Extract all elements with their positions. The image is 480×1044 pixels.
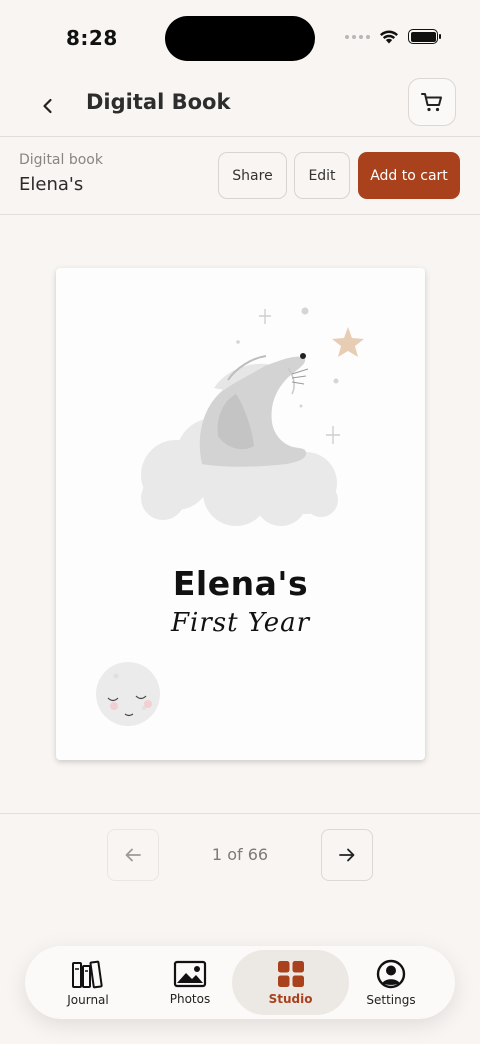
tab-journal[interactable]: Journal: [33, 946, 143, 1019]
previous-page-button[interactable]: [107, 829, 159, 881]
user-circle-icon: [376, 959, 406, 988]
back-button[interactable]: [28, 86, 68, 126]
star-icon: [332, 327, 364, 357]
wifi-icon: [380, 30, 398, 44]
tab-photos[interactable]: Photos: [135, 946, 245, 1019]
book-cover-title: Elena's: [172, 564, 309, 603]
status-bar: 8:28: [0, 0, 480, 78]
next-page-button[interactable]: [321, 829, 373, 881]
moon-illustration: [96, 662, 160, 726]
battery-icon: [408, 29, 441, 44]
status-icons: [345, 29, 441, 44]
bottom-tab-bar: Journal Photos Studio Settings: [25, 946, 455, 1019]
add-to-cart-button[interactable]: Add to cart: [358, 152, 460, 199]
tab-studio[interactable]: Studio: [232, 950, 349, 1015]
image-icon: [173, 960, 207, 987]
books-icon: [72, 960, 103, 988]
book-toolbar: Digital book Elena's Share Edit Add to c…: [0, 137, 480, 214]
book-preview-area: Elena's First Year: [0, 215, 480, 813]
cellular-signal-icon: [345, 34, 370, 39]
pager: 1 of 66: [0, 828, 480, 882]
tab-label: Settings: [366, 992, 416, 1007]
book-type-label: Digital book: [19, 152, 103, 168]
grid-icon: [277, 960, 304, 987]
book-page-preview[interactable]: Elena's First Year: [56, 268, 425, 760]
tab-label: Journal: [67, 992, 109, 1007]
stage-divider: [0, 813, 480, 814]
arrow-right-icon: [339, 848, 355, 862]
header: Digital Book: [0, 78, 480, 136]
tab-label: Photos: [169, 991, 211, 1006]
book-cover-subtitle: First Year: [170, 608, 311, 638]
tab-settings[interactable]: Settings: [336, 946, 446, 1019]
chevron-left-icon: [43, 98, 52, 114]
status-time: 8:28: [66, 26, 118, 50]
share-button[interactable]: Share: [218, 152, 287, 199]
page-title: Digital Book: [86, 90, 231, 114]
edit-button[interactable]: Edit: [294, 152, 350, 199]
arrow-left-icon: [125, 848, 141, 862]
dynamic-island: [165, 16, 315, 61]
cart-button[interactable]: [408, 78, 456, 126]
tab-label: Studio: [268, 991, 313, 1006]
page-indicator: 1 of 66: [211, 845, 269, 864]
bunny-illustration: [199, 353, 309, 467]
book-name: Elena's: [19, 174, 84, 195]
cart-icon: [421, 93, 442, 112]
